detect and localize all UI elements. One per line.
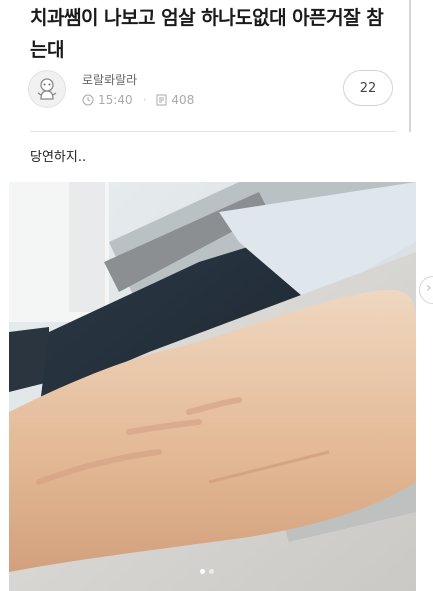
arm-photo [9,182,416,591]
carousel-dot-2[interactable] [209,569,214,574]
header-right-rule [409,0,411,132]
post-header: 치과쌤이 나보고 엄살 하나도없대 아픈거잘 참는대 로랄롸랄라 15:40 ·… [0,0,433,140]
author-avatar[interactable] [28,70,66,108]
carousel-next-button[interactable]: › [419,276,433,304]
comment-count: 22 [359,80,377,96]
carousel-dot-1[interactable] [200,569,205,574]
post-meta: 15:40 · 408 [82,93,194,107]
clock-icon [82,94,94,106]
carousel-indicator [200,569,214,574]
post-image[interactable] [9,182,416,591]
meta-separator: · [142,93,147,107]
profile-avatar-icon [37,78,57,100]
post-title: 치과쌤이 나보고 엄살 하나도없대 아픈거잘 참는대 [30,7,384,61]
header-divider [30,131,396,132]
comment-count-button[interactable]: 22 [343,70,393,106]
post-body: 당연하지.. [30,150,87,165]
chevron-right-icon: › [426,280,432,296]
view-count: 408 [171,93,195,107]
document-icon [156,94,167,106]
author-name[interactable]: 로랄롸랄라 [82,71,137,88]
post-time: 15:40 [98,93,133,107]
